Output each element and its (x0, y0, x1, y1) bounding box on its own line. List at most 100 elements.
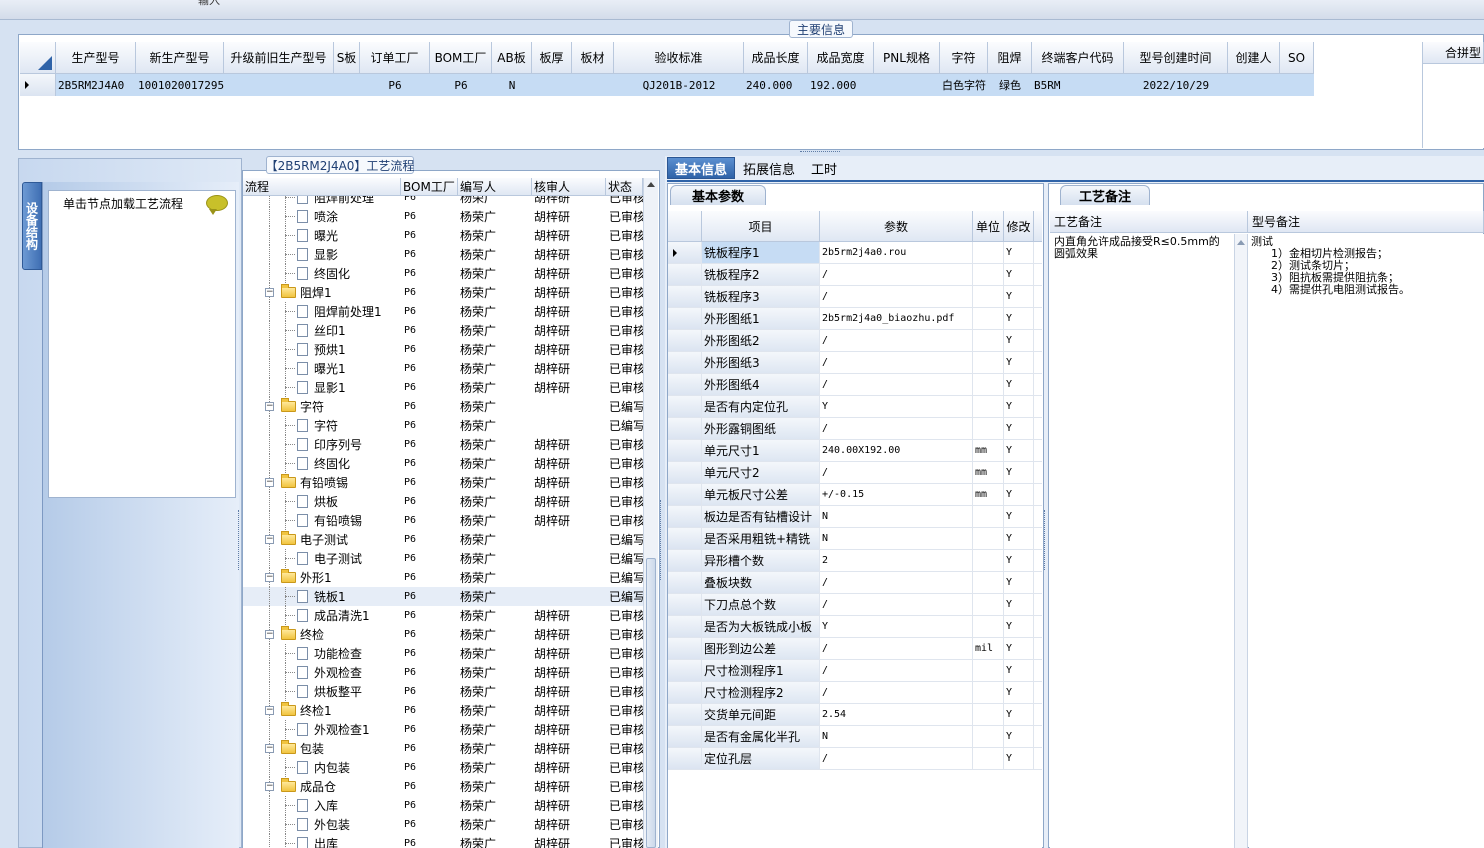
param-modify[interactable]: Y (1004, 594, 1034, 615)
param-modify[interactable]: Y (1004, 704, 1034, 725)
main-info-cell[interactable]: 2B5RM2J4A0 (56, 74, 136, 96)
tree-node-label[interactable]: 外形1 (281, 568, 401, 587)
param-value[interactable]: / (820, 330, 973, 351)
param-modify[interactable]: Y (1004, 682, 1034, 703)
tree-row[interactable]: 曝光1 P6 杨荣广 胡梓研 已审核 (243, 359, 643, 378)
vertical-tab-equipment[interactable]: 设备结构 (22, 182, 42, 270)
param-modify[interactable]: Y (1004, 616, 1034, 637)
tree-row[interactable]: 印序列号 P6 杨荣广 胡梓研 已审核 (243, 435, 643, 454)
param-value[interactable]: N (820, 726, 973, 747)
tree-row[interactable]: 终固化 P6 杨荣广 胡梓研 已审核 (243, 454, 643, 473)
tree-row[interactable]: 阻焊前处理1 P6 杨荣广 胡梓研 已审核 (243, 302, 643, 321)
tree-node-label[interactable]: 电子测试 (281, 530, 401, 549)
main-info-cell[interactable]: 240.000 (744, 74, 808, 96)
tree-row[interactable]: 功能检查 P6 杨荣广 胡梓研 已审核 (243, 644, 643, 663)
param-row[interactable]: 下刀点总个数 / Y (668, 594, 1042, 616)
main-col-header[interactable]: S板 (334, 42, 360, 74)
tree-node-label[interactable]: 入库 (297, 796, 401, 815)
param-col-header[interactable]: 单位 (973, 211, 1004, 242)
tree-node-label[interactable]: 终固化 (297, 264, 401, 283)
tree-row[interactable]: 字符 P6 杨荣广 已编写 (243, 416, 643, 435)
param-row[interactable]: 外形图纸3/ Y (668, 352, 1042, 374)
tab-extended-info[interactable]: 拓展信息 (735, 157, 803, 179)
main-info-corner[interactable] (20, 42, 56, 74)
collapse-minus-icon[interactable]: − (265, 744, 274, 753)
param-value[interactable]: 2.54 (820, 704, 973, 725)
param-row[interactable]: 外形图纸1 2b5rm2j4a0_biaozhu.pdf Y (668, 308, 1042, 330)
tree-node-label[interactable]: 电子测试 (297, 549, 401, 568)
tree-node-label[interactable]: 曝光 (297, 226, 401, 245)
tree-row[interactable]: 铣板1 P6 杨荣广 已编写 (243, 587, 643, 606)
param-value[interactable]: / (820, 418, 973, 439)
tree-node-label[interactable]: 终检 (281, 625, 401, 644)
main-col-header[interactable]: 创建人 (1228, 42, 1280, 74)
param-row[interactable]: 外形图纸2/ Y (668, 330, 1042, 352)
tree-row[interactable]: 电子测试 P6 杨荣广 已编写 (243, 549, 643, 568)
tree-node-label[interactable]: 功能检查 (297, 644, 401, 663)
main-col-header[interactable]: PNL规格 (874, 42, 940, 74)
param-modify[interactable]: Y (1004, 638, 1034, 659)
tree-row[interactable]: 外观检查 P6 杨荣广 胡梓研 已审核 (243, 663, 643, 682)
param-value[interactable]: / (820, 660, 973, 681)
tree-node-label[interactable]: 铣板1 (297, 587, 401, 606)
param-row[interactable]: 单元板尺寸公差 +/-0.15 mm Y (668, 484, 1042, 506)
param-row[interactable]: 铣板程序2/ Y (668, 264, 1042, 286)
param-value[interactable]: +/-0.15 (820, 484, 973, 505)
collapse-minus-icon[interactable]: − (265, 288, 274, 297)
main-col-header[interactable]: 生产型号 (56, 42, 136, 74)
param-value[interactable]: 240.00X192.00 (820, 440, 973, 461)
param-row[interactable]: 尺寸检测程序1/ Y (668, 660, 1042, 682)
collapse-minus-icon[interactable]: − (265, 535, 274, 544)
tree-row[interactable]: 预烘1 P6 杨荣广 胡梓研 已审核 (243, 340, 643, 359)
param-modify[interactable]: Y (1004, 418, 1034, 439)
param-modify[interactable]: Y (1004, 550, 1034, 571)
param-value[interactable]: / (820, 352, 973, 373)
param-col-header[interactable]: 项目 (702, 211, 820, 242)
param-modify[interactable]: Y (1004, 330, 1034, 351)
param-row[interactable]: 铣板程序1 2b5rm2j4a0.rou Y (668, 242, 1042, 264)
param-modify[interactable]: Y (1004, 242, 1034, 263)
main-col-header[interactable]: 字符 (940, 42, 988, 74)
tree-node-label[interactable]: 丝印1 (297, 321, 401, 340)
main-info-cell[interactable]: P6 (360, 74, 430, 96)
tree-node-label[interactable]: 有铅喷锡 (297, 511, 401, 530)
tree-node-label[interactable]: 外观检查 (297, 663, 401, 682)
tree-node-label[interactable]: 印序列号 (297, 435, 401, 454)
tree-col-header[interactable]: 状态 (606, 178, 643, 196)
scroll-up-icon[interactable] (647, 182, 655, 187)
param-value[interactable]: / (820, 462, 973, 483)
scroll-thumb[interactable] (646, 558, 656, 848)
tree-row[interactable]: − 成品仓 P6 杨荣广 胡梓研 已审核 (243, 777, 643, 796)
process-remark-text[interactable]: 内直角允许成品接受R≤0.5mm的 圆弧效果 (1050, 234, 1235, 848)
param-modify[interactable]: Y (1004, 352, 1034, 373)
param-row[interactable]: 板边是否有钻槽设计 N Y (668, 506, 1042, 528)
main-col-header[interactable]: 板厚 (532, 42, 572, 74)
param-value[interactable]: / (820, 594, 973, 615)
param-modify[interactable]: Y (1004, 374, 1034, 395)
collapse-minus-icon[interactable]: − (265, 630, 274, 639)
param-modify[interactable]: Y (1004, 572, 1034, 593)
basic-params-grid[interactable]: 铣板程序1 2b5rm2j4a0.rou Y 铣板程序2/Y 铣板程序3/Y 外形图纸1 2… (668, 242, 1042, 848)
param-value[interactable]: 2 (820, 550, 973, 571)
tree-node-label[interactable]: 外观检查1 (297, 720, 401, 739)
main-info-cell[interactable]: 10010200172957 (136, 74, 224, 96)
main-col-header[interactable]: 阻焊 (988, 42, 1032, 74)
tree-row[interactable]: − 包装 P6 杨荣广 胡梓研 已审核 (243, 739, 643, 758)
tree-row[interactable]: 烘板整平 P6 杨荣广 胡梓研 已审核 (243, 682, 643, 701)
collapse-minus-icon[interactable]: − (265, 706, 274, 715)
param-row[interactable]: 外形图纸4/ Y (668, 374, 1042, 396)
main-info-cell[interactable] (874, 74, 940, 96)
tree-row[interactable]: 外观检查1 P6 杨荣广 胡梓研 已审核 (243, 720, 643, 739)
tree-row[interactable]: 喷涂 P6 杨荣广 胡梓研 已审核 (243, 207, 643, 226)
param-row[interactable]: 铣板程序3/ Y (668, 286, 1042, 308)
main-info-cell[interactable]: B5RM (1032, 74, 1124, 96)
param-modify[interactable]: Y (1004, 462, 1034, 483)
main-info-cell[interactable]: 白色字符 (940, 74, 988, 96)
tree-row[interactable]: − 有铅喷锡 P6 杨荣广 胡梓研 已审核 (243, 473, 643, 492)
param-row[interactable]: 单元尺寸2/mm Y (668, 462, 1042, 484)
main-col-header[interactable]: 订单工厂 (360, 42, 430, 74)
tree-node-label[interactable]: 喷涂 (297, 207, 401, 226)
param-value[interactable]: Y (820, 616, 973, 637)
tab-work-hours[interactable]: 工时 (803, 157, 845, 179)
param-modify[interactable]: Y (1004, 396, 1034, 417)
